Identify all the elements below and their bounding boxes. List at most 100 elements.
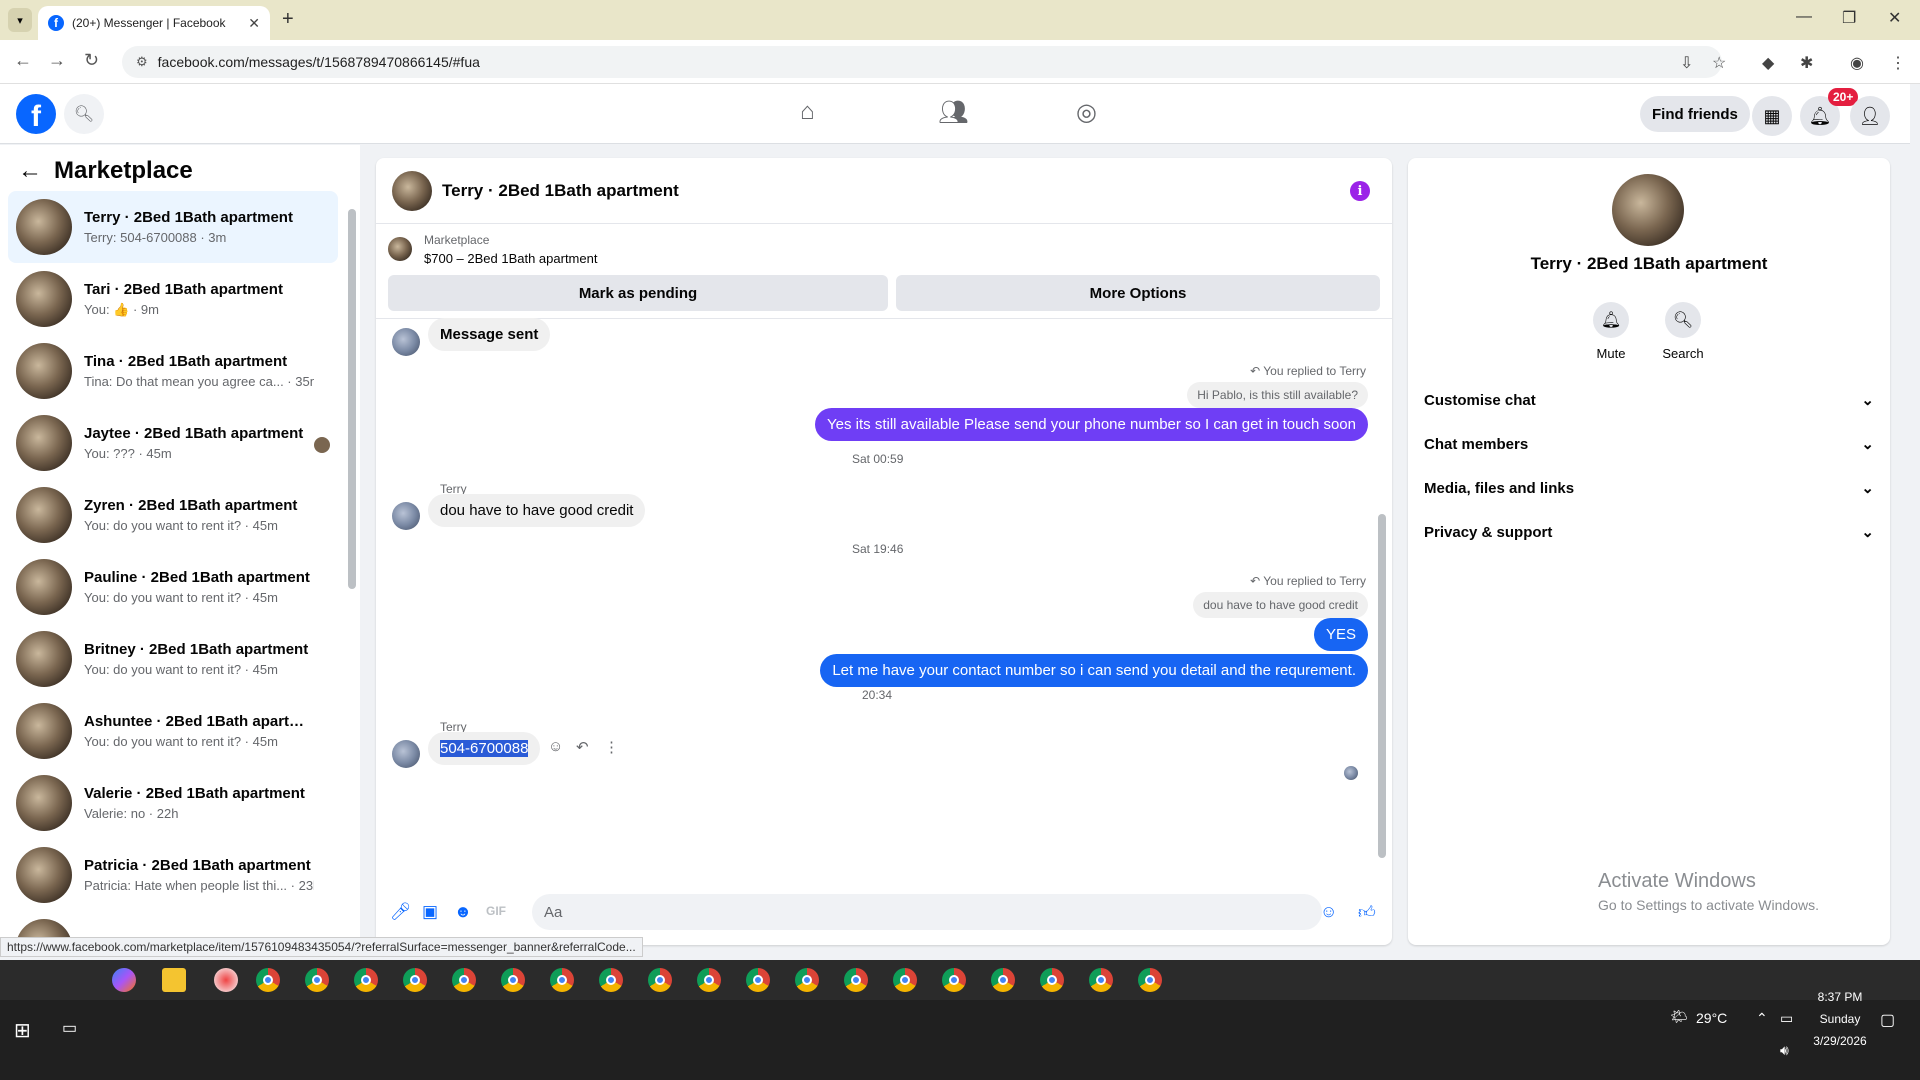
close-window-icon[interactable]: ✕ (1888, 8, 1901, 28)
chrome-icon[interactable] (1138, 968, 1162, 992)
outgoing-message[interactable]: Let me have your contact number so i can… (820, 654, 1368, 687)
conversation-item[interactable]: Valerie · 2Bed 1Bath apartment Valerie: n… (8, 767, 338, 839)
customise-chat-row[interactable]: Customise chat ⌄ (1424, 378, 1874, 422)
conversation-item[interactable]: Tari · 2Bed 1Bath apartment You: 👍 · 9m (8, 263, 338, 335)
chrome-icon[interactable] (795, 968, 819, 992)
find-friends-button[interactable]: Find friends (1640, 96, 1750, 132)
outgoing-message[interactable]: YES (1313, 618, 1368, 651)
mark-pending-button[interactable]: Mark as pending (388, 275, 888, 311)
more-actions-icon[interactable]: ⋮ (604, 738, 619, 756)
chat-title[interactable]: Terry · 2Bed 1Bath apartment (442, 181, 679, 201)
restore-icon[interactable]: ❐ (1842, 8, 1856, 28)
task-view-icon[interactable]: ▭ (62, 1018, 77, 1038)
back-icon[interactable]: ← (14, 50, 32, 71)
chrome-icon[interactable] (599, 968, 623, 992)
account-avatar[interactable]: 👤︎ (1850, 96, 1890, 136)
incoming-message[interactable]: 504-6700088 (428, 732, 541, 765)
weather-icon[interactable]: 🌤︎ (1670, 1008, 1688, 1025)
minimize-icon[interactable]: — (1796, 8, 1812, 26)
media-files-row[interactable]: Media, files and links ⌄ (1424, 466, 1874, 510)
friends-icon[interactable]: 👥︎ (938, 98, 968, 127)
chrome-icon[interactable] (256, 968, 280, 992)
conversation-item[interactable]: Ashuntee · 2Bed 1Bath apartment You: do y… (8, 695, 338, 767)
extension-icon[interactable]: ◆ (1762, 53, 1774, 73)
like-icon[interactable]: 👍︎ (1358, 902, 1376, 923)
file-explorer-icon[interactable] (162, 968, 186, 992)
back-arrow-icon[interactable]: ← (18, 157, 42, 185)
chrome-icon[interactable] (501, 968, 525, 992)
close-tab-icon[interactable]: ✕ (248, 15, 260, 32)
bookmark-star-icon[interactable]: ☆ (1712, 53, 1726, 73)
search-icon[interactable]: 🔍︎ (64, 94, 104, 134)
chrome-icon[interactable] (746, 968, 770, 992)
listing-thumbnail[interactable] (388, 237, 412, 261)
more-options-button[interactable]: More Options (896, 275, 1380, 311)
facebook-logo[interactable]: f (16, 94, 56, 134)
reload-icon[interactable]: ↻ (84, 50, 99, 71)
chevron-down-icon: ⌄ (1861, 480, 1874, 497)
forward-icon[interactable]: → (48, 50, 66, 71)
mute-button[interactable]: 🔔︎ Mute (1576, 302, 1646, 361)
gif-icon[interactable]: GIF (486, 904, 506, 918)
profile-icon[interactable]: ◉ (1850, 53, 1864, 73)
tray-chevron-icon[interactable]: ⌃ (1756, 1010, 1768, 1027)
conversation-item[interactable]: Terry · 2Bed 1Bath apartment Terry: 504-6… (8, 191, 338, 263)
network-icon[interactable]: ▭ (1780, 1010, 1793, 1027)
sidebar-scrollbar[interactable] (348, 209, 356, 589)
incoming-message[interactable]: dou have to have good credit (428, 494, 646, 527)
chrome-icon[interactable] (697, 968, 721, 992)
message-input[interactable]: Aa (532, 894, 1322, 930)
emoji-icon[interactable]: ☺ (1320, 902, 1337, 922)
conversation-item[interactable]: Patricia · 2Bed 1Bath apartment Patricia:… (8, 839, 338, 911)
clock-time[interactable]: 8:37 PM (1808, 990, 1872, 1004)
apps-grid-icon[interactable]: ▦ (1752, 96, 1792, 136)
listing-title[interactable]: $700 – 2Bed 1Bath apartment (424, 251, 597, 266)
copilot-icon[interactable] (112, 968, 136, 992)
conversation-item[interactable]: Tina · 2Bed 1Bath apartment Tina: Do that… (8, 335, 338, 407)
reply-action-icon[interactable]: ↶ (576, 738, 589, 756)
conversation-item[interactable]: Britney · 2Bed 1Bath apartment You: do yo… (8, 623, 338, 695)
chrome-icon[interactable] (1089, 968, 1113, 992)
chrome-icon[interactable] (354, 968, 378, 992)
notification-center-icon[interactable]: ▢ (1880, 1010, 1895, 1030)
chrome-icon[interactable] (893, 968, 917, 992)
react-icon[interactable]: ☺ (548, 738, 563, 755)
browser-tab[interactable]: f (20+) Messenger | Facebook ✕ (38, 6, 270, 40)
extensions-puzzle-icon[interactable]: ✱ (1800, 53, 1813, 73)
site-info-icon[interactable]: ⚙ (136, 54, 148, 70)
conversation-item[interactable]: Jaytee · 2Bed 1Bath apartment You: ??? · … (8, 407, 338, 479)
chat-members-row[interactable]: Chat members ⌄ (1424, 422, 1874, 466)
chrome-icon[interactable] (403, 968, 427, 992)
app-icon[interactable] (214, 968, 238, 992)
conversation-item[interactable]: Pauline · 2Bed 1Bath apartment You: do yo… (8, 551, 338, 623)
install-app-icon[interactable]: ⇩ (1680, 53, 1693, 73)
profile-avatar[interactable] (1612, 174, 1684, 246)
volume-icon[interactable]: 🔊︎ (1780, 1042, 1789, 1059)
tab-list-button[interactable]: ▾ (8, 8, 32, 32)
search-chat-button[interactable]: 🔍︎ Search (1648, 302, 1718, 361)
chrome-icon[interactable] (648, 968, 672, 992)
chat-scrollbar[interactable] (1378, 514, 1386, 858)
windows-start-icon[interactable]: ⊞ (14, 1018, 31, 1043)
privacy-support-row[interactable]: Privacy & support ⌄ (1424, 510, 1874, 554)
sticker-icon[interactable]: ☻ (454, 902, 472, 922)
info-icon[interactable]: i (1350, 181, 1370, 201)
new-tab-button[interactable]: + (282, 8, 294, 31)
microphone-icon[interactable]: 🎤︎ (390, 902, 412, 922)
url-input[interactable]: ⚙ facebook.com/messages/t/15687894708661… (122, 46, 1722, 78)
outgoing-message[interactable]: Yes its still available Please send your… (815, 408, 1368, 441)
chrome-icon[interactable] (942, 968, 966, 992)
conversation-item[interactable]: Zyren · 2Bed 1Bath apartment You: do you … (8, 479, 338, 551)
home-icon[interactable]: ⌂ (800, 98, 815, 126)
chrome-icon[interactable] (550, 968, 574, 992)
chrome-icon[interactable] (844, 968, 868, 992)
chrome-icon[interactable] (991, 968, 1015, 992)
menu-dots-icon[interactable]: ⋮ (1890, 53, 1906, 73)
chat-avatar[interactable] (392, 170, 432, 211)
chrome-icon[interactable] (305, 968, 329, 992)
temperature[interactable]: 29°C (1696, 1010, 1727, 1026)
photo-icon[interactable]: ▣ (422, 902, 438, 922)
chrome-icon[interactable] (1040, 968, 1064, 992)
chrome-icon[interactable] (452, 968, 476, 992)
groups-icon[interactable]: ◎ (1076, 98, 1097, 127)
